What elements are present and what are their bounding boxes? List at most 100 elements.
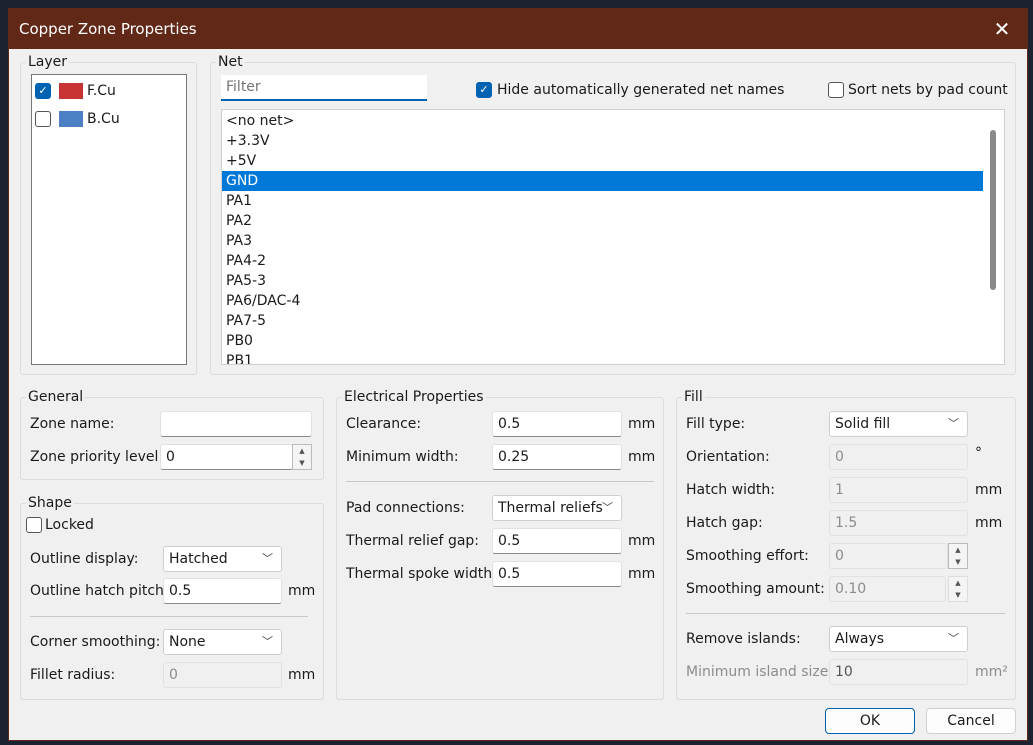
hatch-gap-input[interactable]: 1.5 xyxy=(829,510,968,536)
zone-priority-spinner[interactable]: ▲ ▼ xyxy=(292,444,312,470)
chevron-down-icon: ﹀ xyxy=(602,501,613,514)
divider xyxy=(346,481,654,482)
net-list-item[interactable]: +5V xyxy=(222,151,983,171)
chevron-down-icon: ﹀ xyxy=(262,635,273,648)
net-list-item[interactable]: PB0 xyxy=(222,331,983,351)
layer-name: B.Cu xyxy=(87,111,120,127)
net-list-item[interactable]: +3.3V xyxy=(222,131,983,151)
selected-value: Hatched xyxy=(169,551,228,567)
layer-name: F.Cu xyxy=(87,83,116,99)
smoothing-amount-label: Smoothing amount: xyxy=(686,581,825,597)
ok-button[interactable]: OK xyxy=(825,708,915,734)
fillet-radius-input[interactable]: 0 xyxy=(163,662,282,688)
net-list-item[interactable]: PA4-2 xyxy=(222,251,983,271)
net-list-item[interactable]: PA6/DAC-4 xyxy=(222,291,983,311)
unit-label: mm xyxy=(628,566,656,582)
general-group-label: General xyxy=(26,389,86,405)
layer-color-swatch xyxy=(59,83,83,99)
checkbox[interactable]: ✓ xyxy=(35,83,51,99)
outline-hatch-pitch-label: Outline hatch pitch: xyxy=(30,583,169,599)
minimum-island-size-label: Minimum island size: xyxy=(686,664,834,680)
layer-item-fcu[interactable]: ✓ F.Cu xyxy=(35,81,185,101)
unit-label: mm xyxy=(288,583,316,599)
locked-label[interactable]: Locked xyxy=(45,515,94,535)
selected-value: Solid fill xyxy=(835,416,891,432)
selected-value: Always xyxy=(835,631,885,647)
orientation-input[interactable]: 0 xyxy=(829,444,968,470)
thermal-relief-gap-input[interactable]: 0.5 xyxy=(492,528,622,554)
smoothing-amount-spinner[interactable]: ▲ ▼ xyxy=(948,576,968,602)
unit-label: mm xyxy=(975,515,1003,531)
minimum-width-input[interactable]: 0.25 xyxy=(492,444,622,470)
pad-connections-label: Pad connections: xyxy=(346,500,465,516)
minimum-island-size-input[interactable]: 10 xyxy=(829,659,968,685)
hatch-width-label: Hatch width: xyxy=(686,482,775,498)
remove-islands-select[interactable]: Always ﹀ xyxy=(829,626,968,652)
clearance-input[interactable]: 0.5 xyxy=(492,411,622,437)
unit-label: mm xyxy=(975,482,1003,498)
electrical-group-label: Electrical Properties xyxy=(342,389,486,405)
net-filter-input[interactable] xyxy=(221,75,427,101)
thermal-relief-gap-label: Thermal relief gap: xyxy=(346,533,480,549)
unit-label: ° xyxy=(975,445,982,461)
hide-auto-nets-label[interactable]: Hide automatically generated net names xyxy=(497,80,784,100)
cancel-button[interactable]: Cancel xyxy=(926,708,1016,734)
unit-label: mm xyxy=(628,533,656,549)
zone-priority-label: Zone priority level: xyxy=(30,449,164,465)
close-icon[interactable]: ✕ xyxy=(987,9,1017,49)
checkbox[interactable] xyxy=(35,111,51,127)
fill-group-label: Fill xyxy=(682,389,705,405)
minimum-width-label: Minimum width: xyxy=(346,449,459,465)
unit-label: mm² xyxy=(975,664,1008,680)
chevron-down-icon: ﹀ xyxy=(262,552,273,565)
hatch-width-input[interactable]: 1 xyxy=(829,477,968,503)
fillet-radius-label: Fillet radius: xyxy=(30,667,116,683)
outline-hatch-pitch-input[interactable]: 0.5 xyxy=(163,578,282,604)
selected-value: Thermal reliefs xyxy=(498,500,603,516)
outline-display-label: Outline display: xyxy=(30,551,139,567)
dialog-title: Copper Zone Properties xyxy=(19,20,197,38)
net-list-item[interactable]: PA2 xyxy=(222,211,983,231)
fill-type-select[interactable]: Solid fill ﹀ xyxy=(829,411,968,437)
clearance-label: Clearance: xyxy=(346,416,422,432)
smoothing-amount-input[interactable]: 0.10 xyxy=(829,576,946,602)
thermal-spoke-width-label: Thermal spoke width: xyxy=(346,566,497,582)
orientation-label: Orientation: xyxy=(686,449,770,465)
chevron-down-icon: ﹀ xyxy=(948,632,959,645)
unit-label: mm xyxy=(288,667,316,683)
net-list-item[interactable]: PA7-5 xyxy=(222,311,983,331)
net-list-item[interactable]: <no net> xyxy=(222,111,983,131)
thermal-spoke-width-input[interactable]: 0.5 xyxy=(492,561,622,587)
divider xyxy=(30,616,308,617)
net-group-label: Net xyxy=(216,54,245,70)
hatch-gap-label: Hatch gap: xyxy=(686,515,763,531)
pad-connections-select[interactable]: Thermal reliefs ﹀ xyxy=(492,495,622,521)
locked-checkbox[interactable] xyxy=(26,517,42,533)
unit-label: mm xyxy=(628,449,656,465)
outline-display-select[interactable]: Hatched ﹀ xyxy=(163,546,282,572)
zone-name-input[interactable] xyxy=(160,411,312,437)
smoothing-effort-spinner[interactable]: ▲ ▼ xyxy=(948,543,968,569)
sort-by-pad-count-label[interactable]: Sort nets by pad count xyxy=(848,80,1008,100)
layer-group-label: Layer xyxy=(26,54,70,70)
net-list-item[interactable]: PA5-3 xyxy=(222,271,983,291)
net-list-item[interactable]: GND xyxy=(222,171,983,191)
title-bar: Copper Zone Properties xyxy=(9,9,1027,49)
layer-item-bcu[interactable]: B.Cu xyxy=(35,109,185,129)
net-list-scrollbar[interactable] xyxy=(990,130,996,290)
unit-label: mm xyxy=(628,416,656,432)
corner-smoothing-select[interactable]: None ﹀ xyxy=(163,629,282,655)
divider xyxy=(686,613,1005,614)
smoothing-effort-input[interactable]: 0 xyxy=(829,543,948,569)
hide-auto-nets-checkbox[interactable]: ✓ xyxy=(476,82,492,98)
net-list-item[interactable]: PB1 xyxy=(222,351,983,364)
net-list-item[interactable]: PA1 xyxy=(222,191,983,211)
shape-group-label: Shape xyxy=(26,495,74,511)
zone-priority-input[interactable]: 0 xyxy=(160,444,293,470)
net-list[interactable]: <no net> +3.3V +5V GND PA1 PA2 PA3 PA4-2 PA5-3 PA… xyxy=(221,109,1005,365)
selected-value: None xyxy=(169,634,206,650)
sort-by-pad-count-checkbox[interactable] xyxy=(828,82,844,98)
net-list-item[interactable]: PA3 xyxy=(222,231,983,251)
chevron-down-icon: ﹀ xyxy=(948,417,959,430)
layer-list: ✓ F.Cu B.Cu xyxy=(31,74,187,365)
